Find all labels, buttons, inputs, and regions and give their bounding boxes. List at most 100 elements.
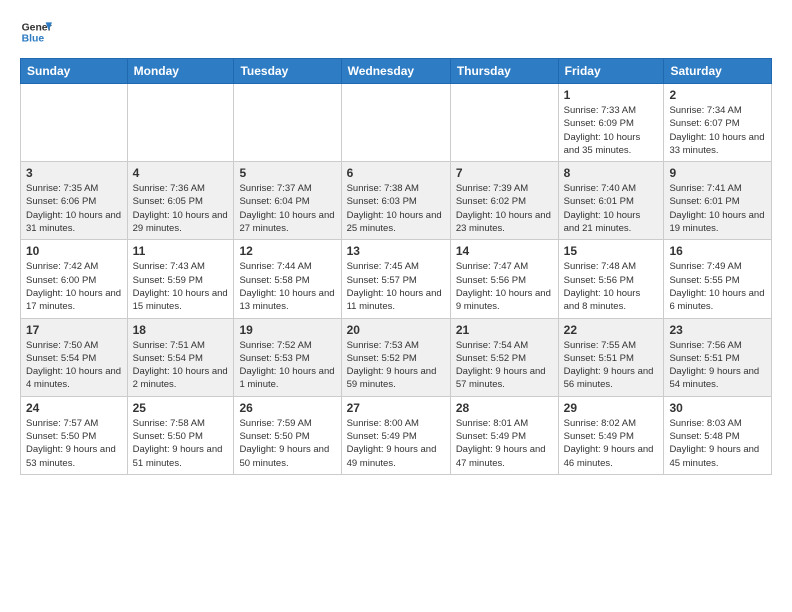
day-number: 12 [239, 244, 335, 258]
day-info: Sunrise: 7:57 AM Sunset: 5:50 PM Dayligh… [26, 417, 122, 470]
day-cell: 22 Sunrise: 7:55 AM Sunset: 5:51 PM Dayli… [558, 318, 664, 396]
day-info: Sunrise: 7:36 AM Sunset: 6:05 PM Dayligh… [133, 182, 229, 235]
day-number: 5 [239, 166, 335, 180]
week-row-2: 3 Sunrise: 7:35 AM Sunset: 6:06 PM Daylig… [21, 162, 772, 240]
logo: General Blue [20, 16, 52, 48]
day-cell [234, 84, 341, 162]
day-number: 8 [564, 166, 659, 180]
day-number: 19 [239, 323, 335, 337]
day-info: Sunrise: 7:52 AM Sunset: 5:53 PM Dayligh… [239, 339, 335, 392]
header-row: SundayMondayTuesdayWednesdayThursdayFrid… [21, 59, 772, 84]
day-number: 9 [669, 166, 766, 180]
day-cell: 5 Sunrise: 7:37 AM Sunset: 6:04 PM Daylig… [234, 162, 341, 240]
day-number: 1 [564, 88, 659, 102]
day-info: Sunrise: 7:55 AM Sunset: 5:51 PM Dayligh… [564, 339, 659, 392]
day-number: 15 [564, 244, 659, 258]
day-number: 4 [133, 166, 229, 180]
day-number: 22 [564, 323, 659, 337]
day-number: 27 [347, 401, 445, 415]
day-cell: 30Sunrise: 8:03 AM Sunset: 5:48 PM Dayli… [664, 396, 772, 474]
day-number: 18 [133, 323, 229, 337]
day-info: Sunrise: 7:54 AM Sunset: 5:52 PM Dayligh… [456, 339, 553, 392]
day-number: 2 [669, 88, 766, 102]
day-header-thursday: Thursday [450, 59, 558, 84]
day-number: 14 [456, 244, 553, 258]
day-info: Sunrise: 7:40 AM Sunset: 6:01 PM Dayligh… [564, 182, 659, 235]
day-header-saturday: Saturday [664, 59, 772, 84]
day-number: 25 [133, 401, 229, 415]
day-cell: 21 Sunrise: 7:54 AM Sunset: 5:52 PM Dayli… [450, 318, 558, 396]
day-number: 20 [347, 323, 445, 337]
day-info: Sunrise: 7:38 AM Sunset: 6:03 PM Dayligh… [347, 182, 445, 235]
day-info: Sunrise: 8:02 AM Sunset: 5:49 PM Dayligh… [564, 417, 659, 470]
day-header-monday: Monday [127, 59, 234, 84]
day-info: Sunrise: 7:59 AM Sunset: 5:50 PM Dayligh… [239, 417, 335, 470]
day-number: 23 [669, 323, 766, 337]
day-info: Sunrise: 7:37 AM Sunset: 6:04 PM Dayligh… [239, 182, 335, 235]
day-info: Sunrise: 7:53 AM Sunset: 5:52 PM Dayligh… [347, 339, 445, 392]
day-cell: 18 Sunrise: 7:51 AM Sunset: 5:54 PM Dayli… [127, 318, 234, 396]
day-cell: 3 Sunrise: 7:35 AM Sunset: 6:06 PM Daylig… [21, 162, 128, 240]
day-number: 26 [239, 401, 335, 415]
day-info: Sunrise: 7:44 AM Sunset: 5:58 PM Dayligh… [239, 260, 335, 313]
day-info: Sunrise: 7:47 AM Sunset: 5:56 PM Dayligh… [456, 260, 553, 313]
day-number: 7 [456, 166, 553, 180]
day-cell: 4 Sunrise: 7:36 AM Sunset: 6:05 PM Daylig… [127, 162, 234, 240]
day-number: 6 [347, 166, 445, 180]
day-cell: 8 Sunrise: 7:40 AM Sunset: 6:01 PM Daylig… [558, 162, 664, 240]
day-cell: 14 Sunrise: 7:47 AM Sunset: 5:56 PM Dayli… [450, 240, 558, 318]
header: General Blue [20, 16, 772, 48]
day-header-friday: Friday [558, 59, 664, 84]
day-cell: 12 Sunrise: 7:44 AM Sunset: 5:58 PM Dayli… [234, 240, 341, 318]
day-number: 3 [26, 166, 122, 180]
day-cell: 2Sunrise: 7:34 AM Sunset: 6:07 PM Daylig… [664, 84, 772, 162]
day-cell [450, 84, 558, 162]
day-cell: 9 Sunrise: 7:41 AM Sunset: 6:01 PM Daylig… [664, 162, 772, 240]
page: General Blue SundayMondayTuesdayWednesda… [0, 0, 792, 491]
day-number: 11 [133, 244, 229, 258]
week-row-3: 10 Sunrise: 7:42 AM Sunset: 6:00 PM Dayli… [21, 240, 772, 318]
day-header-wednesday: Wednesday [341, 59, 450, 84]
week-row-4: 17 Sunrise: 7:50 AM Sunset: 5:54 PM Dayli… [21, 318, 772, 396]
day-cell: 25 Sunrise: 7:58 AM Sunset: 5:50 PM Dayli… [127, 396, 234, 474]
day-info: Sunrise: 7:41 AM Sunset: 6:01 PM Dayligh… [669, 182, 766, 235]
day-cell: 26 Sunrise: 7:59 AM Sunset: 5:50 PM Dayli… [234, 396, 341, 474]
day-number: 16 [669, 244, 766, 258]
day-number: 17 [26, 323, 122, 337]
svg-text:Blue: Blue [22, 34, 45, 45]
day-cell: 10 Sunrise: 7:42 AM Sunset: 6:00 PM Dayli… [21, 240, 128, 318]
day-cell: 29Sunrise: 8:02 AM Sunset: 5:49 PM Dayli… [558, 396, 664, 474]
day-info: Sunrise: 7:51 AM Sunset: 5:54 PM Dayligh… [133, 339, 229, 392]
day-info: Sunrise: 7:42 AM Sunset: 6:00 PM Dayligh… [26, 260, 122, 313]
day-info: Sunrise: 8:01 AM Sunset: 5:49 PM Dayligh… [456, 417, 553, 470]
day-number: 24 [26, 401, 122, 415]
day-info: Sunrise: 7:50 AM Sunset: 5:54 PM Dayligh… [26, 339, 122, 392]
day-number: 21 [456, 323, 553, 337]
day-cell: 20 Sunrise: 7:53 AM Sunset: 5:52 PM Dayli… [341, 318, 450, 396]
day-cell: 19 Sunrise: 7:52 AM Sunset: 5:53 PM Dayli… [234, 318, 341, 396]
day-number: 10 [26, 244, 122, 258]
day-header-sunday: Sunday [21, 59, 128, 84]
day-cell [341, 84, 450, 162]
day-number: 30 [669, 401, 766, 415]
day-cell [21, 84, 128, 162]
day-info: Sunrise: 7:35 AM Sunset: 6:06 PM Dayligh… [26, 182, 122, 235]
day-cell: 27 Sunrise: 8:00 AM Sunset: 5:49 PM Dayli… [341, 396, 450, 474]
day-info: Sunrise: 7:58 AM Sunset: 5:50 PM Dayligh… [133, 417, 229, 470]
week-row-1: 1 Sunrise: 7:33 AM Sunset: 6:09 PM Daylig… [21, 84, 772, 162]
day-cell: 28 Sunrise: 8:01 AM Sunset: 5:49 PM Dayli… [450, 396, 558, 474]
day-cell [127, 84, 234, 162]
day-cell: 11Sunrise: 7:43 AM Sunset: 5:59 PM Dayli… [127, 240, 234, 318]
day-cell: 15Sunrise: 7:48 AM Sunset: 5:56 PM Dayli… [558, 240, 664, 318]
day-cell: 24 Sunrise: 7:57 AM Sunset: 5:50 PM Dayli… [21, 396, 128, 474]
day-info: Sunrise: 7:49 AM Sunset: 5:55 PM Dayligh… [669, 260, 766, 313]
day-info: Sunrise: 7:33 AM Sunset: 6:09 PM Dayligh… [564, 104, 659, 157]
day-header-tuesday: Tuesday [234, 59, 341, 84]
day-cell: 16 Sunrise: 7:49 AM Sunset: 5:55 PM Dayli… [664, 240, 772, 318]
day-info: Sunrise: 8:00 AM Sunset: 5:49 PM Dayligh… [347, 417, 445, 470]
day-cell: 13Sunrise: 7:45 AM Sunset: 5:57 PM Dayli… [341, 240, 450, 318]
logo-icon: General Blue [20, 16, 52, 48]
day-info: Sunrise: 7:45 AM Sunset: 5:57 PM Dayligh… [347, 260, 445, 313]
week-row-5: 24 Sunrise: 7:57 AM Sunset: 5:50 PM Dayli… [21, 396, 772, 474]
day-number: 28 [456, 401, 553, 415]
